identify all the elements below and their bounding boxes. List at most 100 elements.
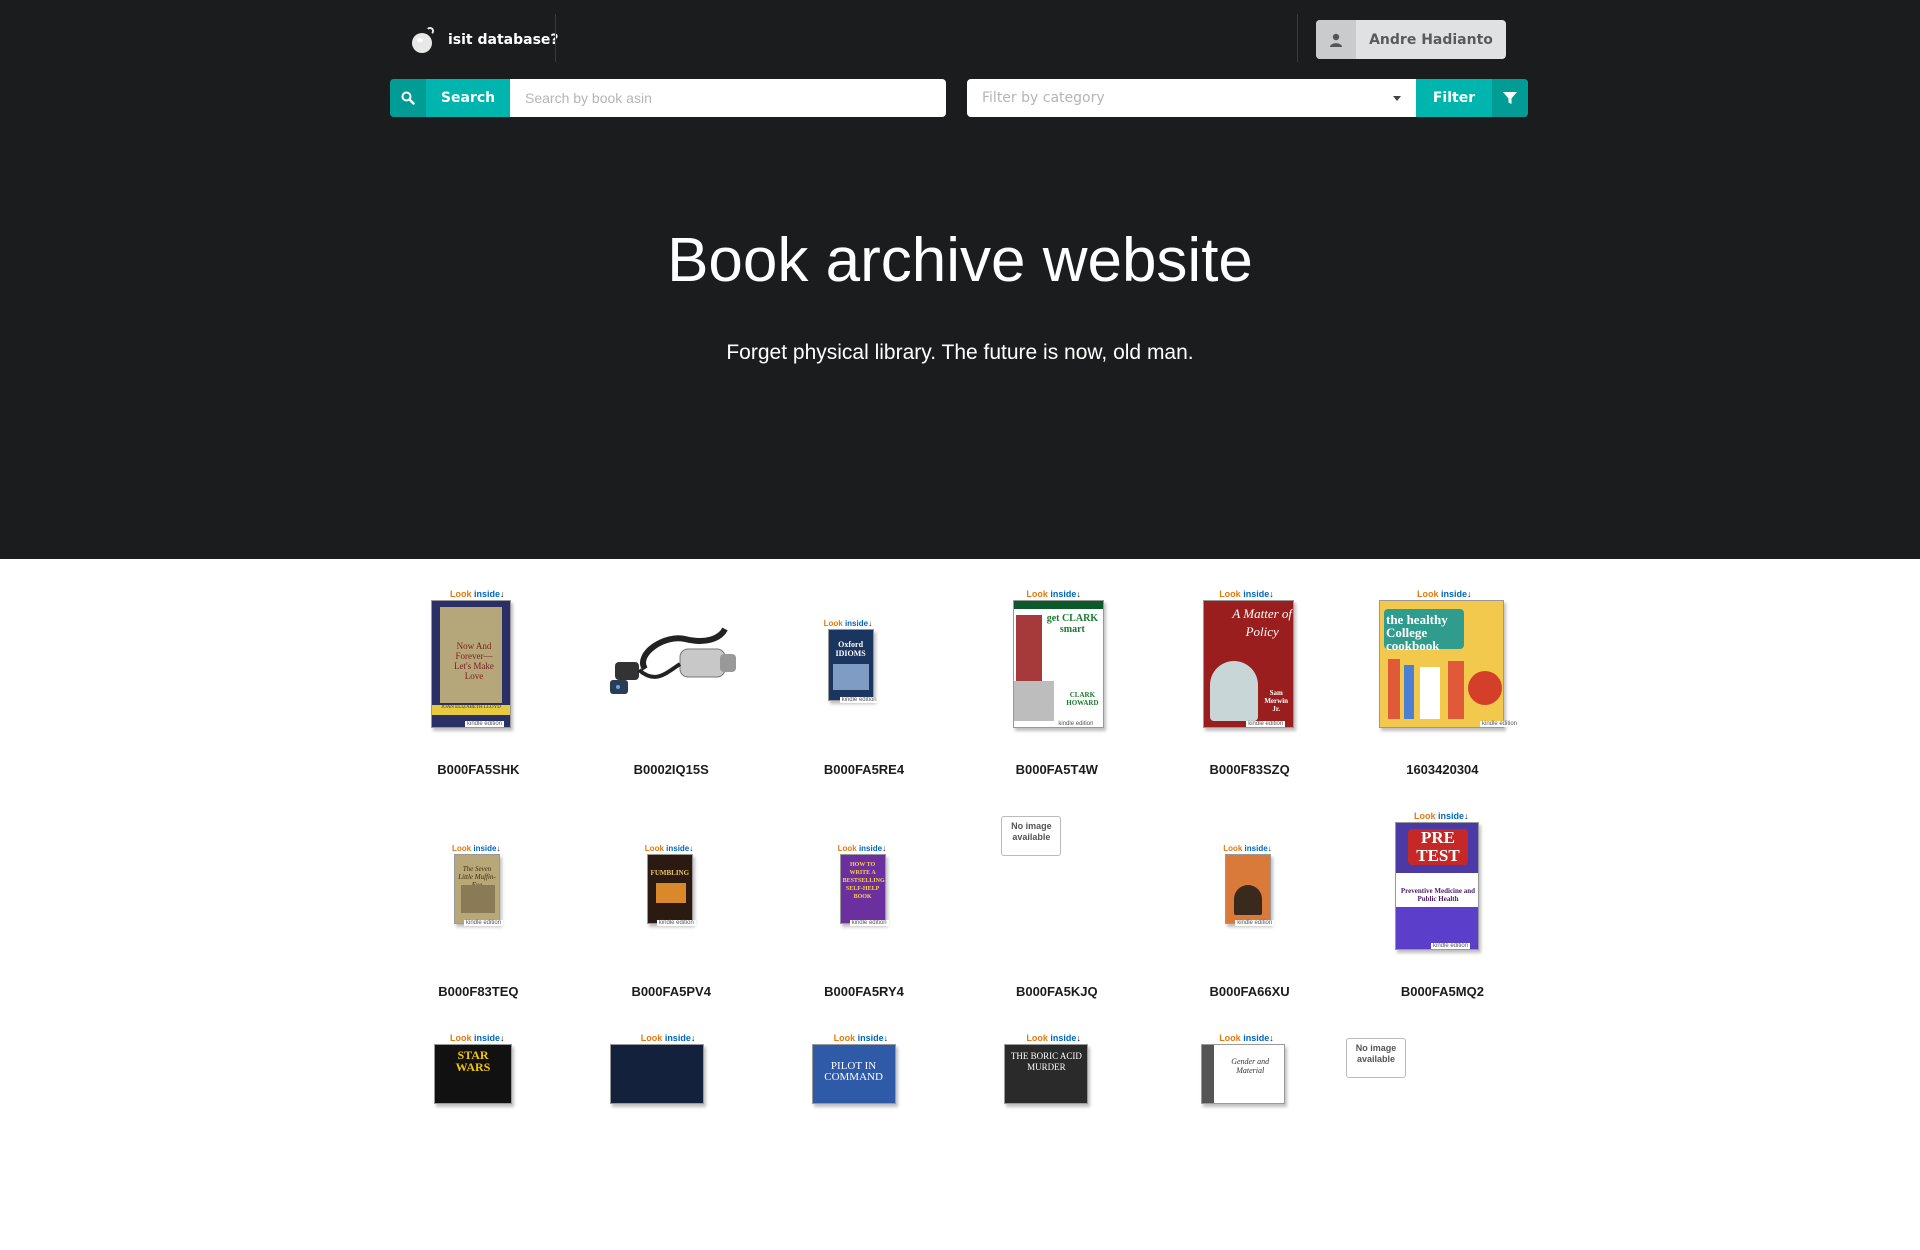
filter-button-label: Filter [1432,90,1476,106]
book-card[interactable]: No image available [1345,1028,1539,1250]
look-inside-badge: Look inside↓ [1026,1033,1081,1043]
look-inside-badge: Look inside↓ [833,1033,889,1043]
book-cover[interactable]: No image available [960,806,1153,962]
book-cover[interactable]: Look inside↓ THE BORIC ACID MURDER [960,1028,1153,1184]
book-cover[interactable]: Look inside↓ STAR WARS [382,1028,575,1184]
book-cover[interactable] [575,584,768,740]
user-account-button[interactable]: Andre Hadianto [1316,20,1506,59]
book-asin[interactable]: B000FA5PV4 [575,984,768,999]
kindle-badge: kindle edition [1430,943,1471,949]
book-card[interactable]: Look inside↓ [575,1028,768,1250]
book-asin[interactable]: B000FA66XU [1153,984,1346,999]
book-card[interactable]: Look inside↓ get CLARK smart CLARK HOWAR… [960,584,1153,806]
book-cover[interactable]: Look inside↓ Gender and Material [1153,1028,1346,1184]
kindle-badge: kindle edition [849,920,889,926]
cover-art [609,1044,704,1104]
filter-button[interactable]: Filter [1416,79,1528,117]
cover-art: the healthy College cookbook [1378,600,1504,728]
book-asin[interactable]: 1603420304 [1346,762,1539,777]
book-card[interactable]: Look inside↓ PRE TEST Preventive Medicin… [1346,806,1539,1028]
book-row: Look inside↓ Now And Forever— Let's Make… [382,584,1539,806]
cover-art [1225,854,1272,924]
book-cover[interactable]: Look inside↓ the healthy College cookboo… [1346,584,1539,740]
look-inside-badge: Look inside↓ [450,1033,505,1043]
book-card[interactable]: Look inside↓ The Seven Little Muffin-Eye… [382,806,575,1028]
look-inside-badge: Look inside↓ [644,844,694,853]
cover-art: Now And Forever— Let's Make Love JOAN EL… [431,600,511,728]
book-cover[interactable]: Look inside↓ The Seven Little Muffin-Eye… [382,806,575,962]
look-inside-badge: Look inside↓ [1223,844,1272,853]
brand-label: isit database? [448,32,559,48]
book-row: Look inside↓ STAR WARS Look inside↓ Look… [382,1028,1539,1250]
search-group: Search [390,79,946,117]
book-card[interactable]: Look inside↓ Gender and Material [1153,1028,1346,1250]
search-input[interactable] [510,79,946,117]
book-asin[interactable]: B000F83TEQ [382,984,575,999]
book-card[interactable]: No image available B000FA5KJQ [960,806,1153,1028]
book-cover[interactable]: Look inside↓ Oxford IDIOMS kindle editio… [768,584,961,740]
search-button[interactable]: Search [390,79,510,117]
book-asin[interactable]: B000FA5MQ2 [1346,984,1539,999]
book-card[interactable]: Look inside↓ A Matter of Policy Sam Merw… [1153,584,1346,806]
book-cover[interactable]: Look inside↓ Now And Forever— Let's Make… [382,584,575,740]
book-card[interactable]: Look inside↓ the healthy College cookboo… [1346,584,1539,806]
cover-art: A Matter of Policy Sam Merwin Jr. [1203,600,1295,728]
dropdown-caret-icon [1393,95,1401,101]
book-card[interactable]: Look inside↓ STAR WARS [382,1028,575,1250]
kindle-badge: kindle edition [1479,721,1520,727]
book-asin[interactable]: B000FA5T4W [960,762,1153,777]
book-cover[interactable]: Look inside↓ kindle edition [1153,806,1346,962]
look-inside-badge: Look inside↓ [640,1033,696,1043]
kindle-badge: kindle edition [465,721,505,727]
book-asin[interactable]: B000FA5SHK [382,762,575,777]
no-image-placeholder: No image available [1345,1038,1406,1078]
look-inside-badge: Look inside↓ [1219,1033,1274,1043]
book-cover[interactable]: Look inside↓ get CLARK smart CLARK HOWAR… [960,584,1153,740]
cover-art: FUMBLING [646,854,693,924]
book-cover[interactable]: Look inside↓ FUMBLING kindle edition [575,806,768,962]
look-inside-badge: Look inside↓ [1026,589,1081,599]
book-card[interactable]: B0002IQ15S [575,584,768,806]
kindle-badge: kindle edition [1056,721,1096,727]
book-asin[interactable]: B000FA5RY4 [768,984,961,999]
book-cover[interactable]: Look inside↓ A Matter of Policy Sam Merw… [1153,584,1346,740]
book-card[interactable]: Look inside↓ kindle edition B000FA66XU [1153,806,1346,1028]
book-cover[interactable]: Look inside↓ [575,1028,768,1184]
cover-art: PILOT IN COMMAND [811,1044,896,1104]
book-grid: Look inside↓ Now And Forever— Let's Make… [382,584,1539,1250]
filter-group: Filter by category Filter [967,79,1528,117]
charger-product-image [609,627,736,694]
book-card[interactable]: Look inside↓ FUMBLING kindle edition B00… [575,806,768,1028]
book-card[interactable]: Look inside↓ Oxford IDIOMS kindle editio… [768,584,961,806]
book-cover[interactable]: Look inside↓ PRE TEST Preventive Medicin… [1346,806,1539,962]
look-inside-badge: Look inside↓ [1413,811,1469,821]
cover-art: get CLARK smart CLARK HOWARD [1013,600,1105,728]
book-asin[interactable]: B000FA5KJQ [960,984,1153,999]
no-image-placeholder: No image available [1001,816,1062,856]
kindle-badge: kindle edition [464,920,504,926]
category-placeholder: Filter by category [982,90,1105,106]
book-card[interactable]: Look inside↓ Now And Forever— Let's Make… [382,584,575,806]
book-asin[interactable]: B000F83SZQ [1153,762,1346,777]
look-inside-badge: Look inside↓ [823,619,873,628]
book-asin[interactable]: B000FA5RE4 [768,762,961,777]
user-icon [1316,20,1356,59]
page-title: Book archive website [667,226,1253,295]
menu-divider [555,14,556,62]
book-cover[interactable]: No image available [1345,1028,1539,1184]
book-row: Look inside↓ The Seven Little Muffin-Eye… [382,806,1539,1028]
book-card[interactable]: Look inside↓ PILOT IN COMMAND [768,1028,961,1250]
book-card[interactable]: Look inside↓ THE BORIC ACID MURDER [960,1028,1153,1250]
hero-section: isit database? Andre Hadianto Search Fil… [0,0,1920,559]
brand-link[interactable]: isit database? [410,20,559,60]
category-dropdown[interactable]: Filter by category [967,79,1416,117]
book-cover[interactable]: Look inside↓ HOW TO WRITE A BESTSELLING … [768,806,961,962]
look-inside-badge: Look inside↓ [1416,589,1472,599]
book-cover[interactable]: Look inside↓ PILOT IN COMMAND [768,1028,961,1184]
bomb-icon [410,27,436,53]
look-inside-badge: Look inside↓ [837,844,887,853]
user-name: Andre Hadianto [1369,31,1493,48]
book-card[interactable]: Look inside↓ HOW TO WRITE A BESTSELLING … [768,806,961,1028]
book-asin[interactable]: B0002IQ15S [575,762,768,777]
cover-art: Gender and Material [1201,1044,1286,1104]
